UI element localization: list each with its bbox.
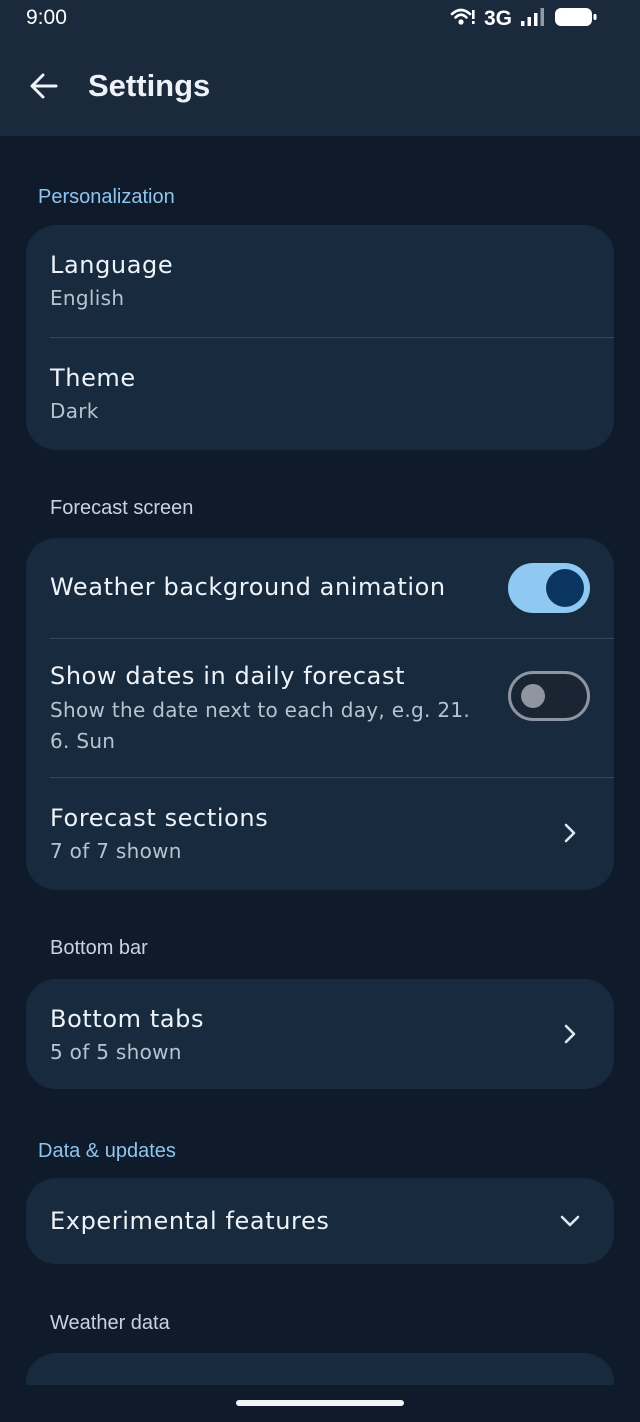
- bottom-tabs-value: 5 of 5 shown: [50, 1040, 182, 1064]
- setting-weather-animation[interactable]: Weather background animation: [26, 538, 614, 638]
- language-title: Language: [50, 251, 174, 279]
- setting-forecast-sections[interactable]: Forecast sections 7 of 7 shown: [26, 777, 614, 890]
- setting-experimental-features[interactable]: Experimental features: [26, 1178, 614, 1264]
- back-button[interactable]: [20, 66, 68, 110]
- setting-language[interactable]: Language English: [26, 225, 614, 337]
- back-arrow-icon: [30, 73, 58, 103]
- show-dates-toggle[interactable]: [508, 671, 590, 721]
- forecast-card: Weather background animation Show dates …: [26, 538, 614, 890]
- chevron-down-icon: [558, 1209, 582, 1233]
- theme-title: Theme: [50, 364, 136, 392]
- forecast-sections-value: 7 of 7 shown: [50, 839, 182, 863]
- weather-animation-toggle[interactable]: [508, 563, 590, 613]
- network-type: 3G: [483, 7, 512, 30]
- wifi-icon: [450, 7, 476, 31]
- status-time: 9:00: [26, 6, 67, 29]
- show-dates-title: Show dates in daily forecast: [50, 662, 406, 690]
- section-header-bottom-bar: Bottom bar: [50, 937, 148, 959]
- setting-bottom-tabs[interactable]: Bottom tabs 5 of 5 shown: [26, 979, 614, 1089]
- status-icons: 3G: [450, 6, 598, 32]
- theme-value: Dark: [50, 399, 99, 423]
- forecast-sections-title: Forecast sections: [50, 804, 269, 832]
- chevron-right-icon: [558, 821, 582, 845]
- app-bar: Settings: [0, 40, 640, 136]
- personalization-card: Language English Theme Dark: [26, 225, 614, 450]
- section-header-weather-data: Weather data: [50, 1312, 170, 1334]
- page-title: Settings: [88, 68, 211, 103]
- section-header-personalization: Personalization: [38, 186, 175, 208]
- battery-icon: [554, 6, 598, 32]
- chevron-right-icon: [558, 1022, 582, 1046]
- signal-icon: [520, 7, 546, 31]
- section-header-data-updates: Data & updates: [38, 1140, 176, 1162]
- setting-theme[interactable]: Theme Dark: [26, 337, 614, 450]
- data-updates-card: Experimental features: [26, 1178, 614, 1264]
- home-indicator[interactable]: [236, 1400, 404, 1406]
- setting-show-dates[interactable]: Show dates in daily forecast Show the da…: [26, 638, 614, 777]
- show-dates-description: Show the date next to each day, e.g. 21.…: [50, 698, 471, 753]
- toggle-knob: [546, 569, 584, 607]
- section-header-forecast-screen: Forecast screen: [50, 497, 194, 519]
- status-bar: 9:00 3G: [0, 0, 640, 40]
- experimental-features-title: Experimental features: [50, 1207, 330, 1235]
- bottom-bar-card: Bottom tabs 5 of 5 shown: [26, 979, 614, 1089]
- bottom-tabs-title: Bottom tabs: [50, 1005, 205, 1033]
- language-value: English: [50, 286, 125, 310]
- toggle-knob: [521, 684, 545, 708]
- weather-animation-title: Weather background animation: [50, 573, 446, 601]
